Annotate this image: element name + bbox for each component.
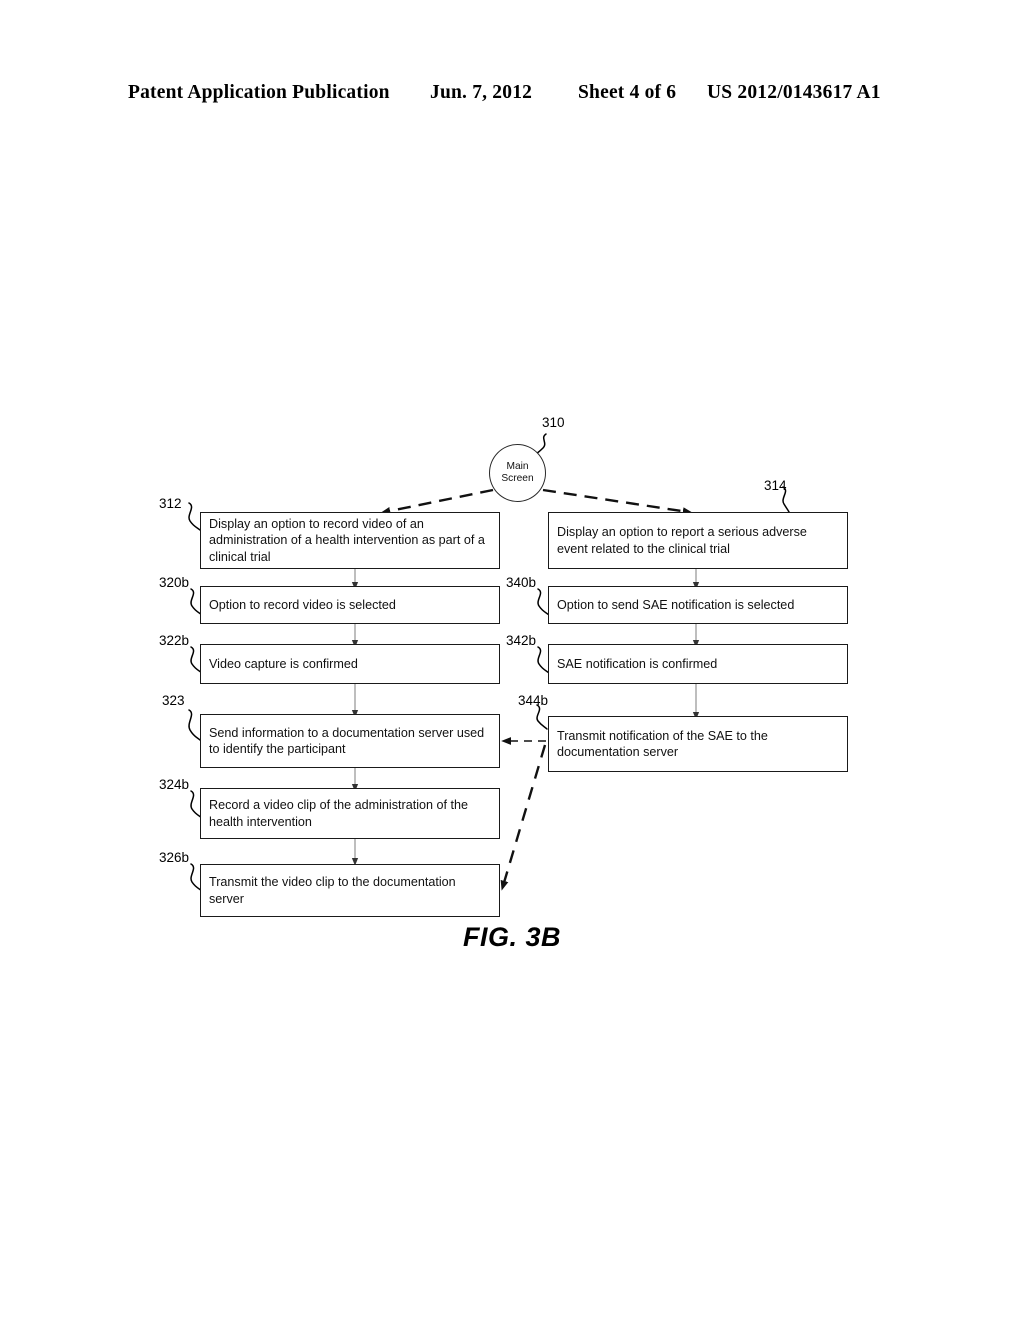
main-screen-label: Main Screen: [501, 461, 533, 485]
node-340b-text: Option to send SAE notification is selec…: [557, 597, 795, 612]
ref-label-312: 312: [159, 496, 182, 511]
ref-label-323: 323: [162, 693, 185, 708]
node-312[interactable]: Display an option to record video of an …: [200, 512, 500, 569]
node-312-text: Display an option to record video of an …: [209, 516, 485, 564]
branch-arrow-to-312: [380, 488, 494, 515]
node-314[interactable]: Display an option to report a serious ad…: [548, 512, 848, 569]
node-320b[interactable]: Option to record video is selected: [200, 586, 500, 624]
node-340b[interactable]: Option to send SAE notification is selec…: [548, 586, 848, 624]
node-344b[interactable]: Transmit notification of the SAE to the …: [548, 716, 848, 772]
node-main-screen[interactable]: Main Screen: [489, 444, 546, 502]
ref-label-320b: 320b: [159, 575, 190, 590]
patent-figure-3b: Main Screen 310 Display an option to rec…: [0, 0, 1024, 1320]
node-314-text: Display an option to report a serious ad…: [557, 525, 807, 556]
ref-label-342b: 342b: [506, 633, 537, 648]
figure-connector-layer: [188, 433, 790, 892]
ref-label-340b: 340b: [506, 575, 537, 590]
ref-label-324b: 324b: [159, 777, 190, 792]
node-322b[interactable]: Video capture is confirmed: [200, 644, 500, 684]
node-320b-text: Option to record video is selected: [209, 597, 396, 612]
node-323-text: Send information to a documentation serv…: [209, 725, 485, 757]
ref-label-326b: 326b: [159, 850, 190, 865]
node-326b-text: Transmit the video clip to the documenta…: [209, 875, 456, 906]
branch-arrow-to-314: [542, 488, 693, 516]
node-322b-text: Video capture is confirmed: [209, 656, 358, 671]
figure-caption: FIG. 3B: [462, 922, 561, 952]
ref-label-322b: 322b: [159, 633, 190, 648]
ref-label-310: 310: [542, 415, 565, 430]
node-344b-text: Transmit notification of the SAE to the …: [557, 728, 768, 760]
ref-label-344b: 344b: [518, 693, 549, 708]
main-screen-line2: Screen: [501, 473, 534, 484]
node-342b[interactable]: SAE notification is confirmed: [548, 644, 848, 684]
node-323[interactable]: Send information to a documentation serv…: [200, 714, 500, 768]
ref-label-314: 314: [764, 478, 787, 493]
node-326b[interactable]: Transmit the video clip to the documenta…: [200, 864, 500, 917]
node-324b-text: Record a video clip of the administratio…: [209, 798, 469, 829]
connector-344b-to-326b: [500, 744, 547, 891]
node-324b[interactable]: Record a video clip of the administratio…: [200, 788, 500, 839]
node-342b-text: SAE notification is confirmed: [557, 656, 718, 671]
main-screen-line1: Main: [506, 461, 529, 472]
